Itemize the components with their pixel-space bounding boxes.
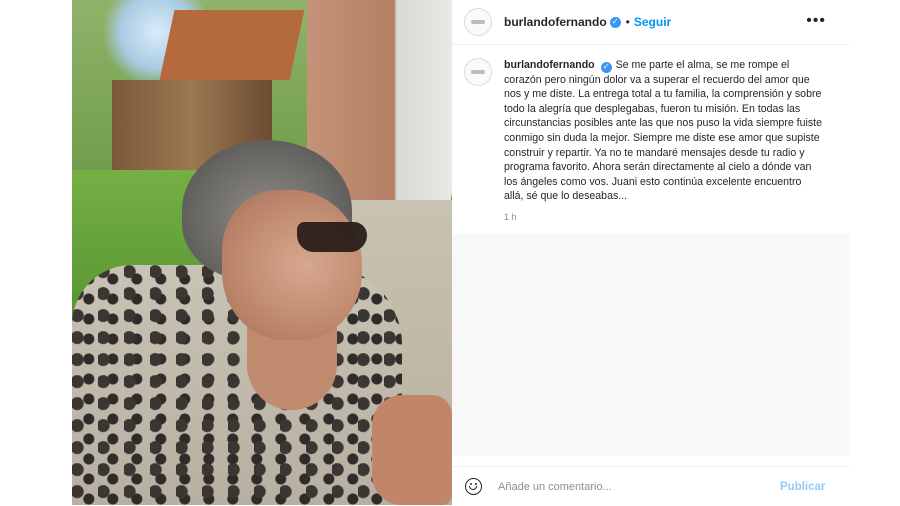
comment-input[interactable] xyxy=(496,479,770,494)
photo-face xyxy=(222,190,362,340)
emoji-icon[interactable] xyxy=(465,478,482,495)
caption-verified-badge-icon: ✓ xyxy=(600,61,612,73)
instagram-post: burlandofernando ✓ • Seguir ••• burlando… xyxy=(72,0,850,505)
photo-hand xyxy=(372,395,452,505)
caption-body: burlandofernando ✓ Se me parte el alma, s… xyxy=(504,58,822,225)
comment-bar: Publicar xyxy=(452,466,850,506)
caption-avatar[interactable] xyxy=(464,58,492,86)
follow-button[interactable]: Seguir xyxy=(634,15,671,29)
post-header: burlandofernando ✓ • Seguir ••• xyxy=(452,0,850,45)
comments-area xyxy=(452,234,850,456)
avatar-logo xyxy=(471,20,485,24)
verified-badge-icon: ✓ xyxy=(609,16,621,28)
post-time[interactable]: 1 h xyxy=(504,210,822,225)
caption: burlandofernando ✓ Se me parte el alma, s… xyxy=(464,58,824,225)
more-options-icon[interactable]: ••• xyxy=(806,12,826,30)
post-photo[interactable] xyxy=(72,0,452,505)
post-sidebar: burlandofernando ✓ • Seguir ••• burlando… xyxy=(452,0,850,505)
caption-username[interactable]: burlandofernando xyxy=(504,59,595,71)
photo-sunglasses xyxy=(297,222,367,252)
avatar[interactable] xyxy=(464,8,492,36)
caption-avatar-logo xyxy=(471,70,485,74)
caption-text: Se me parte el alma, se me rompe el cora… xyxy=(504,59,822,203)
publish-button[interactable]: Publicar xyxy=(780,481,825,493)
header-separator: • xyxy=(625,15,630,29)
photo-roof xyxy=(159,10,305,80)
header-username[interactable]: burlandofernando xyxy=(504,15,607,29)
